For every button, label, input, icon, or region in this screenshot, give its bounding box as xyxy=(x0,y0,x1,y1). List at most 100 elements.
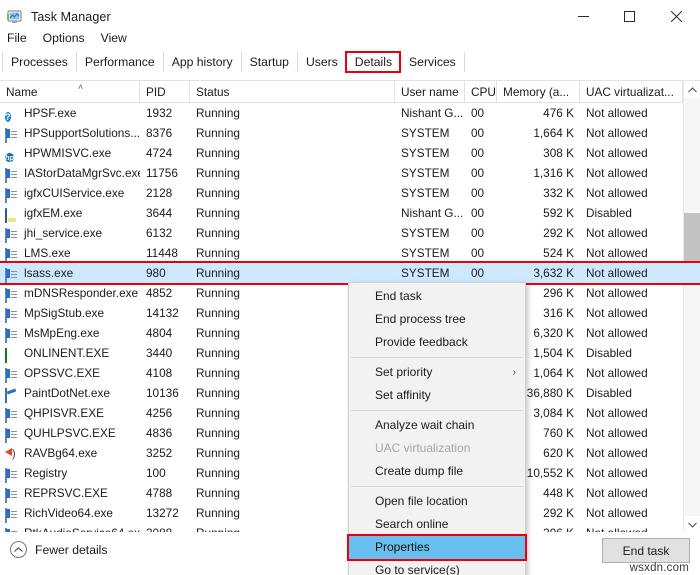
chevron-right-icon: › xyxy=(512,367,516,378)
cell-memory: 1,664 K xyxy=(533,126,574,140)
context-menu-item-label: End task xyxy=(375,289,422,303)
context-menu-item[interactable]: Provide feedback xyxy=(349,331,525,354)
tab-performance[interactable]: Performance xyxy=(75,52,163,72)
cell-pid: 8376 xyxy=(146,126,173,140)
context-menu-item[interactable]: Create dump file xyxy=(349,460,525,483)
scrollbar-track[interactable] xyxy=(684,98,700,516)
cell-process-name: Registry xyxy=(0,463,140,483)
table-row[interactable]: lsass.exe 980 Running SYSTEM 00 3,632 K Not al… xyxy=(0,261,700,285)
generic-app-icon-glyph xyxy=(5,248,7,263)
cell-process-name: lsass.exe xyxy=(0,263,140,283)
scroll-down-arrow-icon[interactable] xyxy=(684,516,700,533)
cell-process-name: jhi_service.exe xyxy=(0,223,140,243)
cell-uac: Not allowed xyxy=(586,406,648,420)
cell-status: Running xyxy=(196,226,240,240)
cell-uac: Not allowed xyxy=(586,486,648,500)
cell-cpu: 00 xyxy=(471,226,485,240)
context-menu-item[interactable]: End task xyxy=(349,285,525,308)
menu-view[interactable]: View xyxy=(101,30,135,46)
cell-uac: Not allowed xyxy=(586,506,648,520)
tab-app-history[interactable]: App history xyxy=(162,52,241,72)
process-name-label: LMS.exe xyxy=(24,246,71,260)
watermark-text: wsxdn.com xyxy=(629,562,689,574)
generic-app-icon-glyph xyxy=(5,308,7,323)
cell-cpu: 00 xyxy=(471,166,485,180)
hp-logo-icon-glyph: hp xyxy=(5,153,15,162)
tab-startup[interactable]: Startup xyxy=(240,52,297,72)
window-title: Task Manager xyxy=(31,9,111,24)
context-menu-item[interactable]: Set affinity xyxy=(349,384,525,407)
context-menu-item-label: Set priority xyxy=(375,365,433,379)
paint-icon-glyph xyxy=(5,388,7,403)
cell-cpu: 00 xyxy=(471,266,485,280)
context-menu-item: UAC virtualization xyxy=(349,437,525,460)
table-row[interactable]: hp HPWMISVC.exe 4724 Running SYSTEM 00 308 K No… xyxy=(0,143,700,163)
column-header-name[interactable]: Name ˄ xyxy=(0,81,140,103)
cell-memory: 308 K xyxy=(543,146,574,160)
tab-processes[interactable]: Processes xyxy=(2,52,76,72)
generic-app-icon-glyph xyxy=(5,468,7,483)
context-menu-separator xyxy=(351,486,523,487)
cell-memory: 1,316 K xyxy=(533,166,574,180)
tab-details[interactable]: Details xyxy=(344,51,402,73)
cell-user-name: SYSTEM xyxy=(401,186,450,200)
cell-user-name: Nishant G... xyxy=(401,106,464,120)
menu-options[interactable]: Options xyxy=(43,30,93,46)
cell-uac: Not allowed xyxy=(586,446,648,460)
context-menu-item[interactable]: Analyze wait chain xyxy=(349,414,525,437)
cell-pid: 980 xyxy=(146,266,166,280)
table-row[interactable]: jhi_service.exe 6132 Running SYSTEM 00 292 K N… xyxy=(0,223,700,243)
cell-status: Running xyxy=(196,146,240,160)
table-row[interactable]: igfxEM.exe 3644 Running Nishant G... 00 592 K… xyxy=(0,203,700,223)
generic-app-icon-glyph xyxy=(5,288,7,303)
cell-process-name: igfxEM.exe xyxy=(0,203,140,223)
menu-file[interactable]: File xyxy=(7,30,35,46)
column-header-pid[interactable]: PID xyxy=(140,81,190,103)
generic-app-icon-glyph xyxy=(5,228,7,243)
fewer-details-button[interactable]: Fewer details xyxy=(10,541,107,558)
generic-app-icon xyxy=(5,486,19,503)
cell-pid: 10136 xyxy=(146,386,179,400)
table-row[interactable]: HPSupportSolutions... 8376 Running SYSTEM 00… xyxy=(0,123,700,143)
end-task-button[interactable]: End task xyxy=(602,538,690,563)
cell-status: Running xyxy=(196,246,240,260)
generic-app-icon xyxy=(5,326,19,343)
context-menu-item[interactable]: End process tree xyxy=(349,308,525,331)
process-name-label: mDNSResponder.exe xyxy=(24,286,139,300)
process-name-label: jhi_service.exe xyxy=(24,226,103,240)
scroll-up-arrow-icon[interactable] xyxy=(684,81,700,98)
context-menu-item[interactable]: Properties xyxy=(347,534,527,561)
tab-strip: Processes Performance App history Startu… xyxy=(0,50,700,73)
generic-app-icon xyxy=(5,466,19,483)
table-row[interactable]: igfxCUIService.exe 2128 Running SYSTEM 00 332… xyxy=(0,183,700,203)
table-row[interactable]: ? HPSF.exe 1932 Running Nishant G... 00 476 K N… xyxy=(0,103,700,123)
cell-pid: 11756 xyxy=(146,166,178,180)
column-header-uac[interactable]: UAC virtualizat... xyxy=(580,81,683,103)
context-menu-item[interactable]: Set priority › xyxy=(349,361,525,384)
column-header-cpu[interactable]: CPU xyxy=(465,81,497,103)
cell-uac: Not allowed xyxy=(586,366,648,380)
cell-status: Running xyxy=(196,126,240,140)
cell-user-name: SYSTEM xyxy=(401,226,450,240)
table-row[interactable]: IAStorDataMgrSvc.exe 11756 Running SYSTEM 00… xyxy=(0,163,700,183)
igfx-icon xyxy=(5,206,19,223)
column-header-memory[interactable]: Memory (a... xyxy=(497,81,580,103)
cell-pid: 1932 xyxy=(146,106,173,120)
chevron-up-icon xyxy=(10,541,27,558)
tab-users[interactable]: Users xyxy=(296,52,346,72)
column-header-user-name[interactable]: User name xyxy=(395,81,465,103)
table-row[interactable]: LMS.exe 11448 Running SYSTEM 00 524 K Not allo… xyxy=(0,243,700,263)
context-menu-item[interactable]: Go to service(s) xyxy=(349,559,525,575)
cell-cpu: 00 xyxy=(471,106,485,120)
context-menu-item-label: UAC virtualization xyxy=(375,441,471,455)
context-menu-item[interactable]: Open file location xyxy=(349,490,525,513)
column-header-status[interactable]: Status xyxy=(190,81,395,103)
cell-pid: 2128 xyxy=(146,186,173,200)
tab-services[interactable]: Services xyxy=(400,52,465,72)
help-icon: ? xyxy=(5,106,19,122)
cell-uac: Disabled xyxy=(586,346,632,360)
vertical-scrollbar[interactable] xyxy=(683,81,700,533)
context-menu-item[interactable]: Search online xyxy=(349,513,525,536)
cell-uac: Not allowed xyxy=(586,146,648,160)
cell-uac: Not allowed xyxy=(586,106,648,120)
